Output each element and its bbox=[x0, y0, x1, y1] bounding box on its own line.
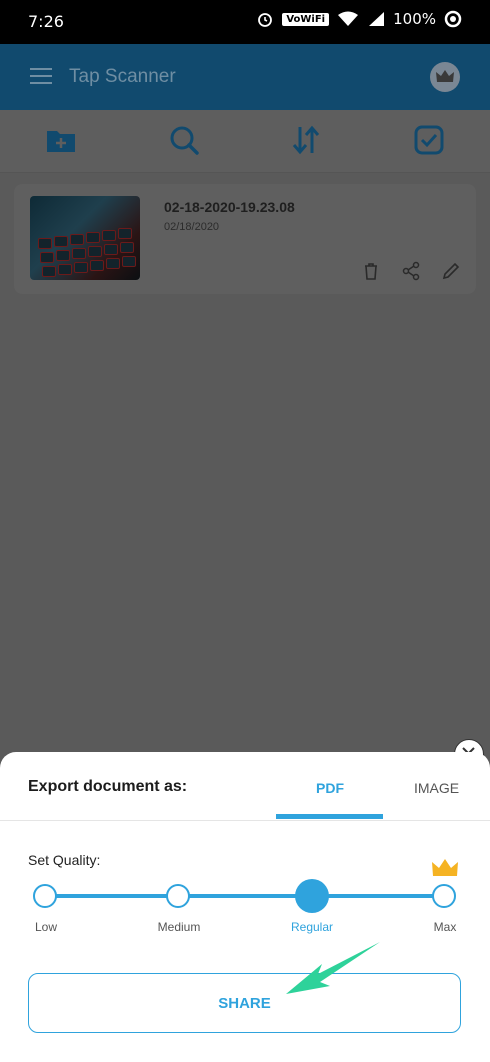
quality-label-low: Low bbox=[34, 920, 58, 934]
premium-crown-icon bbox=[432, 859, 458, 876]
export-bottom-sheet: Export document as: PDF IMAGE Set Qualit… bbox=[0, 752, 490, 1062]
tab-pdf[interactable]: PDF bbox=[316, 780, 344, 796]
quality-option-regular[interactable] bbox=[295, 879, 329, 913]
document-name: 02-18-2020-19.23.08 bbox=[164, 199, 295, 215]
quality-label-max: Max bbox=[433, 920, 457, 934]
annotation-arrow-icon bbox=[286, 942, 380, 994]
document-card[interactable]: 02-18-2020-19.23.08 02/18/2020 bbox=[14, 184, 476, 294]
select-all-icon[interactable] bbox=[413, 124, 445, 156]
divider bbox=[0, 820, 490, 821]
quality-option-medium[interactable] bbox=[166, 884, 190, 908]
edit-icon[interactable] bbox=[440, 260, 462, 282]
action-toolbar bbox=[0, 110, 490, 173]
new-folder-icon[interactable] bbox=[45, 124, 77, 156]
delete-icon[interactable] bbox=[360, 260, 382, 282]
share-button-label: SHARE bbox=[218, 994, 271, 1012]
menu-icon[interactable] bbox=[30, 68, 52, 86]
tab-image[interactable]: IMAGE bbox=[414, 780, 459, 796]
search-icon[interactable] bbox=[168, 124, 200, 156]
app-bar: Tap Scanner bbox=[0, 44, 490, 110]
document-thumbnail bbox=[30, 196, 140, 280]
alarm-icon bbox=[258, 13, 273, 27]
quality-label-regular: Regular bbox=[290, 920, 334, 934]
status-bar: 7:26 VoWiFi 100% bbox=[0, 0, 490, 44]
share-icon[interactable] bbox=[400, 260, 422, 282]
quality-label: Set Quality: bbox=[28, 852, 101, 868]
app-title: Tap Scanner bbox=[69, 66, 176, 87]
status-time: 7:26 bbox=[28, 12, 64, 31]
quality-option-low[interactable] bbox=[33, 884, 57, 908]
tab-indicator bbox=[276, 814, 383, 819]
vowifi-badge: VoWiFi bbox=[282, 12, 330, 26]
quality-option-max[interactable] bbox=[432, 884, 456, 908]
sort-icon[interactable] bbox=[290, 124, 322, 156]
premium-crown-button[interactable] bbox=[430, 62, 460, 92]
document-date: 02/18/2020 bbox=[164, 221, 220, 233]
status-icons: VoWiFi 100% bbox=[256, 10, 462, 28]
battery-percent: 100% bbox=[393, 10, 436, 28]
share-button[interactable]: SHARE bbox=[28, 973, 461, 1033]
quality-slider-track[interactable] bbox=[44, 894, 444, 898]
battery-ring-icon bbox=[444, 10, 462, 28]
export-heading: Export document as: bbox=[28, 778, 188, 795]
crown-icon bbox=[436, 70, 454, 82]
quality-label-medium: Medium bbox=[157, 920, 201, 934]
wifi-icon bbox=[338, 11, 359, 26]
signal-icon bbox=[369, 12, 385, 26]
